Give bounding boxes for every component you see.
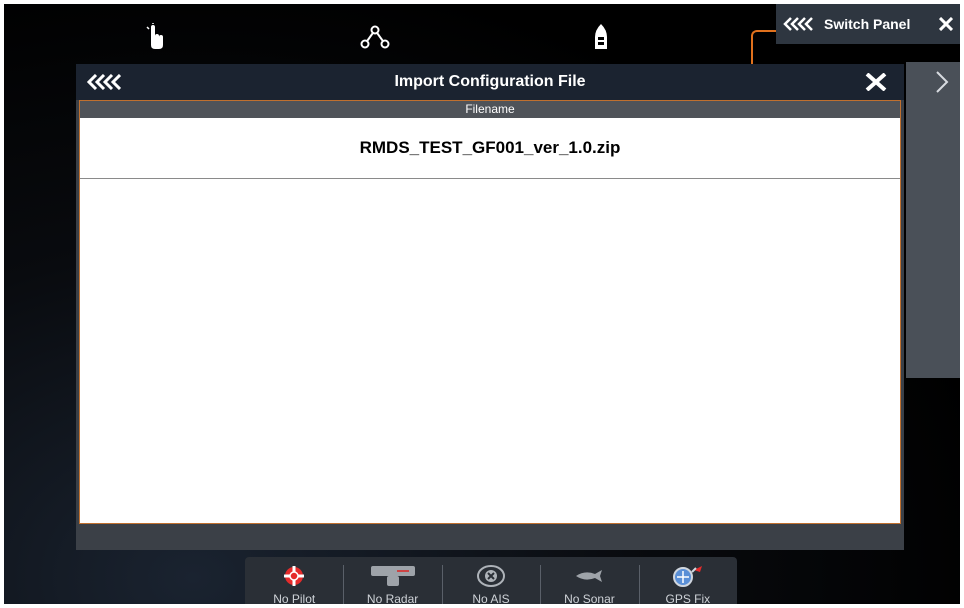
dialog-header: Import Configuration File	[76, 64, 904, 100]
close-icon[interactable]	[848, 64, 904, 100]
back-chevrons-icon[interactable]	[776, 4, 820, 44]
file-list: Filename RMDS_TEST_GF001_ver_1.0.zip	[79, 100, 901, 524]
status-gps[interactable]: GPS Fix	[638, 557, 737, 608]
switch-panel-body	[906, 62, 960, 378]
status-sonar[interactable]: No Sonar	[540, 557, 638, 608]
close-icon[interactable]	[932, 4, 960, 44]
chevron-right-icon[interactable]	[930, 64, 954, 100]
status-pilot[interactable]: No Pilot	[245, 557, 343, 608]
file-name: RMDS_TEST_GF001_ver_1.0.zip	[359, 138, 621, 157]
gps-satellite-icon	[670, 562, 706, 590]
top-app-bar	[4, 4, 776, 62]
status-label: No AIS	[472, 592, 510, 606]
switch-panel-header: Switch Panel	[776, 4, 960, 44]
accent-connector-line	[751, 30, 777, 66]
route-waypoints-icon[interactable]	[360, 22, 390, 52]
status-label: No Radar	[366, 592, 419, 606]
dialog-title: Import Configuration File	[394, 73, 586, 90]
pilot-icon	[282, 562, 306, 590]
ais-icon	[476, 562, 506, 590]
import-config-dialog: Import Configuration File Filename RMDS_…	[76, 64, 904, 550]
filename-column-header: Filename	[80, 101, 900, 118]
status-ais[interactable]: No AIS	[441, 557, 540, 608]
switch-panel-title: Switch Panel	[824, 16, 911, 32]
status-label: No Pilot	[273, 592, 316, 606]
radar-icon	[369, 562, 417, 590]
fish-sonar-icon	[573, 562, 605, 590]
boat-icon[interactable]	[586, 22, 616, 52]
status-radar[interactable]: No Radar	[343, 557, 441, 608]
status-label: GPS Fix	[665, 592, 711, 606]
status-label: No Sonar	[564, 592, 615, 606]
touch-hand-icon[interactable]	[140, 22, 170, 52]
file-row[interactable]: RMDS_TEST_GF001_ver_1.0.zip	[80, 118, 900, 179]
status-bar: No Pilot No Radar No AIS No Sonar GPS Fi…	[245, 557, 737, 608]
back-chevrons-icon[interactable]	[76, 64, 132, 100]
